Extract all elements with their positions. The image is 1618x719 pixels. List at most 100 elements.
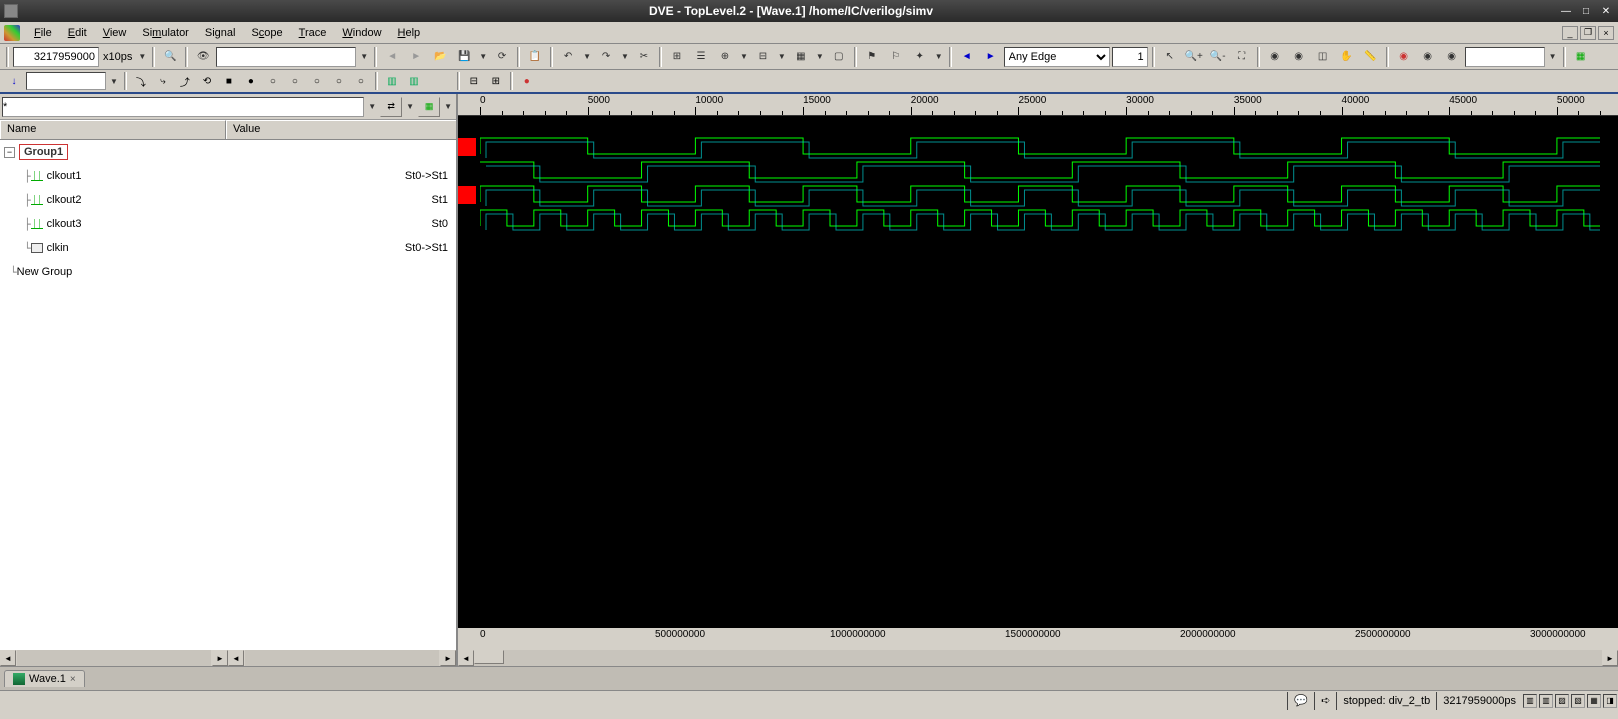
- filter-mode-icon[interactable]: ▦: [418, 97, 440, 117]
- collapse-icon[interactable]: −: [4, 147, 15, 158]
- tool-cut-icon[interactable]: ✂: [633, 46, 655, 68]
- scroll-left-icon[interactable]: ◄: [458, 650, 474, 666]
- search-dropdown[interactable]: ▼: [358, 52, 370, 61]
- status-icon-3[interactable]: ▨: [1555, 694, 1569, 708]
- zoom-in-icon[interactable]: 🔍+: [1183, 46, 1205, 68]
- disabled1-icon[interactable]: ○: [263, 71, 283, 91]
- disabled2-icon[interactable]: ○: [285, 71, 305, 91]
- signal-row[interactable]: ├ clkout2 St1: [0, 188, 456, 212]
- stop-icon[interactable]: ■: [219, 71, 239, 91]
- marker-input[interactable]: [1465, 47, 1545, 67]
- binoculars-icon[interactable]: 👁: [192, 46, 214, 68]
- menu-simulator[interactable]: Simulator: [134, 25, 196, 41]
- menu-view[interactable]: View: [95, 25, 135, 41]
- menu-signal[interactable]: Signal: [197, 25, 244, 41]
- menu-trace[interactable]: Trace: [291, 25, 335, 41]
- bottom-ruler[interactable]: 0500000000100000000015000000002000000000…: [458, 628, 1618, 650]
- tool-save-icon[interactable]: 💾: [453, 46, 475, 68]
- menu-window[interactable]: Window: [334, 25, 389, 41]
- scroll-left-icon[interactable]: ◄: [0, 650, 16, 666]
- step-into-icon[interactable]: ⤵: [131, 71, 151, 91]
- tab-wave1[interactable]: Wave.1 ×: [4, 670, 85, 687]
- disabled4-icon[interactable]: ○: [329, 71, 349, 91]
- col-name-header[interactable]: Name: [0, 120, 226, 139]
- signal-row[interactable]: ├ clkout1 St0->St1: [0, 164, 456, 188]
- scroll-right-icon[interactable]: ►: [1602, 650, 1618, 666]
- bus2-icon[interactable]: ⊞: [486, 71, 506, 91]
- zoom-fit-icon[interactable]: ⛶: [1231, 46, 1253, 68]
- view-a-icon[interactable]: ▥: [382, 71, 402, 91]
- tab-close-icon[interactable]: ×: [70, 674, 76, 685]
- step-out-icon[interactable]: ⤴: [175, 71, 195, 91]
- disabled5-icon[interactable]: ○: [351, 71, 371, 91]
- tree-group-row[interactable]: − Group1: [0, 140, 456, 164]
- zoom-out-icon[interactable]: 🔍-: [1207, 46, 1229, 68]
- status-icon-1[interactable]: ▥: [1523, 694, 1537, 708]
- tool-marker2-icon[interactable]: ⚐: [885, 46, 907, 68]
- filter-input[interactable]: [2, 97, 364, 117]
- scroll-thumb[interactable]: [474, 650, 504, 664]
- tool-expand-icon[interactable]: ⊕: [714, 46, 736, 68]
- edge-count-input[interactable]: [1112, 47, 1148, 67]
- save-dropdown[interactable]: ▼: [477, 52, 489, 61]
- menu-scope[interactable]: Scope: [243, 25, 290, 41]
- waveform-view-icon[interactable]: ▦: [1570, 46, 1592, 68]
- menu-help[interactable]: Help: [390, 25, 429, 41]
- scroll-left2-icon[interactable]: ◄: [228, 650, 244, 666]
- find-signal-icon[interactable]: 🔍: [159, 46, 181, 68]
- search-input[interactable]: [216, 47, 356, 67]
- restart-icon[interactable]: ⟲: [197, 71, 217, 91]
- bus-icon[interactable]: ⊟: [464, 71, 484, 91]
- mdi-minimize-button[interactable]: _: [1562, 26, 1578, 40]
- zoom-c2-icon[interactable]: ◉: [1288, 46, 1310, 68]
- zoom-c1-icon[interactable]: ◉: [1264, 46, 1286, 68]
- tool-fwd-icon[interactable]: ►: [405, 46, 427, 68]
- run-continue-icon[interactable]: ↓: [4, 71, 24, 91]
- edge-mode-select[interactable]: Any Edge: [1004, 47, 1110, 67]
- tool-collapse-icon[interactable]: ⊟: [752, 46, 774, 68]
- scroll-right-icon[interactable]: ►: [212, 650, 228, 666]
- record-icon[interactable]: ●: [517, 71, 537, 91]
- status-icon-5[interactable]: ▦: [1587, 694, 1601, 708]
- tool-reload-icon[interactable]: ⟳: [491, 46, 513, 68]
- filter-apply-icon[interactable]: ⇄: [380, 97, 402, 117]
- tool-back-icon[interactable]: ◄: [381, 46, 403, 68]
- cursor-icon[interactable]: ↖: [1159, 46, 1181, 68]
- tool-group-icon[interactable]: ▦: [790, 46, 812, 68]
- filter-dropdown[interactable]: ▼: [366, 102, 378, 111]
- tool-ungroup-icon[interactable]: ▢: [828, 46, 850, 68]
- tool-marker1-icon[interactable]: ⚑: [861, 46, 883, 68]
- status-icon-6[interactable]: ◨: [1603, 694, 1617, 708]
- view-b-icon[interactable]: ▥: [404, 71, 424, 91]
- signal-row[interactable]: └ clkin St0->St1: [0, 236, 456, 260]
- goto-marker-icon[interactable]: ◉: [1417, 46, 1439, 68]
- tool-list-icon[interactable]: ☰: [690, 46, 712, 68]
- top-ruler[interactable]: 0500010000150002000025000300003500040000…: [458, 94, 1618, 116]
- status-icon-2[interactable]: ▥: [1539, 694, 1553, 708]
- tool-hierarchy-icon[interactable]: ⊞: [666, 46, 688, 68]
- break-icon[interactable]: ●: [241, 71, 261, 91]
- scroll-right2-icon[interactable]: ►: [440, 650, 456, 666]
- prev-edge-icon[interactable]: ◄: [956, 46, 978, 68]
- menu-file[interactable]: File: [26, 25, 60, 41]
- left-hscrollbar[interactable]: ◄ ► ◄ ►: [0, 650, 456, 666]
- time-unit-dropdown[interactable]: ▼: [136, 52, 148, 61]
- maximize-button[interactable]: □: [1578, 4, 1594, 18]
- status-icon-4[interactable]: ▧: [1571, 694, 1585, 708]
- next-edge-icon[interactable]: ►: [980, 46, 1002, 68]
- wave-hscrollbar[interactable]: ◄ ►: [458, 650, 1618, 666]
- tool-copy-icon[interactable]: 📋: [524, 46, 546, 68]
- new-group-row[interactable]: └ New Group: [0, 260, 456, 284]
- delete-marker-icon[interactable]: ◉: [1393, 46, 1415, 68]
- mdi-restore-button[interactable]: ❐: [1580, 26, 1596, 40]
- menu-edit[interactable]: Edit: [60, 25, 95, 41]
- close-button[interactable]: ✕: [1598, 4, 1614, 18]
- measure-icon[interactable]: 📏: [1360, 46, 1382, 68]
- minimize-button[interactable]: —: [1558, 4, 1574, 18]
- marker-list-icon[interactable]: ◉: [1441, 46, 1463, 68]
- run-time-input[interactable]: [26, 72, 106, 90]
- disabled3-icon[interactable]: ○: [307, 71, 327, 91]
- zoom-region-icon[interactable]: ◫: [1312, 46, 1334, 68]
- pan-icon[interactable]: ✋: [1336, 46, 1358, 68]
- col-value-header[interactable]: Value: [226, 120, 456, 139]
